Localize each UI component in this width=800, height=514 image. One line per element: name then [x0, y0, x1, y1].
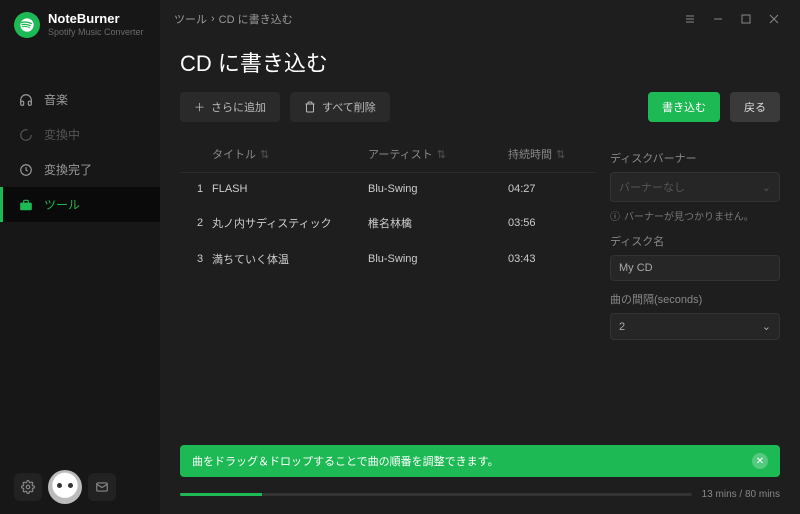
burn-button[interactable]: 書き込む — [648, 92, 720, 122]
select-value: 2 — [619, 321, 625, 333]
headphones-icon — [18, 92, 34, 108]
button-label: すべて削除 — [322, 99, 376, 115]
row-duration: 04:27 — [508, 183, 588, 195]
disc-usage-bar — [180, 493, 692, 496]
column-duration[interactable]: 持続時間⇅ — [508, 146, 588, 162]
sort-icon: ⇅ — [260, 148, 269, 161]
clear-all-button[interactable]: すべて削除 — [290, 92, 390, 122]
row-artist: Blu-Swing — [368, 183, 508, 195]
chevron-down-icon: ⌄ — [762, 181, 771, 194]
brand-logo — [14, 12, 40, 38]
table-row[interactable]: 1FLASHBlu-Swing04:27 — [180, 173, 596, 205]
row-duration: 03:43 — [508, 253, 588, 265]
table-row[interactable]: 3満ちていく体温Blu-Swing03:43 — [180, 241, 596, 277]
button-label: 戻る — [744, 99, 766, 115]
button-label: さらに追加 — [211, 99, 266, 115]
column-title[interactable]: タイトル⇅ — [212, 146, 368, 162]
settings-button[interactable] — [14, 473, 42, 501]
burner-select[interactable]: バーナーなし ⌄ — [610, 172, 780, 202]
button-label: 書き込む — [662, 99, 706, 115]
sidebar-nav: 音楽 変換中 変換完了 ツール — [0, 52, 160, 460]
window-maximize-button[interactable] — [734, 8, 758, 30]
column-artist[interactable]: アーティスト⇅ — [368, 146, 508, 162]
burner-label: ディスクバーナー — [610, 150, 780, 166]
input-value: My CD — [619, 262, 653, 274]
row-index: 1 — [188, 183, 212, 195]
menu-icon — [684, 13, 696, 25]
table-header: タイトル⇅ アーティスト⇅ 持続時間⇅ — [180, 136, 596, 173]
info-icon: ⓘ — [610, 208, 620, 223]
sidebar-item-label: ツール — [44, 196, 80, 213]
row-duration: 03:56 — [508, 217, 588, 229]
gap-label: 曲の間隔(seconds) — [610, 291, 780, 307]
burner-warning: ⓘ バーナーが見つかりません。 — [610, 208, 780, 223]
minimize-icon — [713, 14, 723, 24]
row-title: 丸ノ内サディスティック — [212, 215, 368, 231]
spinner-icon — [18, 127, 34, 143]
feedback-button[interactable] — [88, 473, 116, 501]
row-artist: Blu-Swing — [368, 253, 508, 265]
avatar[interactable] — [48, 470, 82, 504]
window-menu-button[interactable] — [678, 8, 702, 30]
row-title: 満ちていく体温 — [212, 251, 368, 267]
row-index: 2 — [188, 217, 212, 229]
sidebar-item-converting[interactable]: 変換中 — [0, 117, 160, 152]
sort-icon: ⇅ — [437, 148, 446, 161]
select-value: バーナーなし — [619, 179, 685, 195]
brand-title: NoteBurner — [48, 12, 144, 27]
breadcrumb: ツール › CD に書き込む — [174, 11, 293, 27]
back-button[interactable]: 戻る — [730, 92, 780, 122]
gap-select[interactable]: 2 ⌄ — [610, 313, 780, 340]
sidebar-item-music[interactable]: 音楽 — [0, 82, 160, 117]
sidebar-item-converted[interactable]: 変換完了 — [0, 152, 160, 187]
row-artist: 椎名林檎 — [368, 215, 508, 231]
sidebar-item-label: 音楽 — [44, 91, 68, 108]
disc-usage-text: 13 mins / 80 mins — [702, 489, 780, 500]
toast-close-button[interactable]: ✕ — [752, 453, 768, 469]
sidebar-item-label: 変換完了 — [44, 161, 92, 178]
plus-icon: ＋ — [194, 99, 205, 115]
row-index: 3 — [188, 253, 212, 265]
row-title: FLASH — [212, 183, 368, 195]
sidebar-item-label: 変換中 — [44, 126, 80, 143]
disc-name-input[interactable]: My CD — [610, 255, 780, 281]
table-row[interactable]: 2丸ノ内サディスティック椎名林檎03:56 — [180, 205, 596, 241]
mail-icon — [95, 480, 109, 494]
brand-subtitle: Spotify Music Converter — [48, 27, 144, 37]
breadcrumb-current: CD に書き込む — [219, 11, 293, 27]
chevron-right-icon: › — [211, 13, 215, 25]
clock-icon — [18, 162, 34, 178]
sort-icon: ⇅ — [556, 148, 565, 161]
page-title: CD に書き込む — [160, 38, 800, 92]
add-more-button[interactable]: ＋ さらに追加 — [180, 92, 280, 122]
sidebar-item-tools[interactable]: ツール — [0, 187, 160, 222]
gear-icon — [21, 480, 35, 494]
close-icon — [769, 14, 779, 24]
breadcrumb-root[interactable]: ツール — [174, 11, 207, 27]
window-minimize-button[interactable] — [706, 8, 730, 30]
chevron-down-icon: ⌄ — [762, 320, 771, 333]
toolbox-icon — [18, 197, 34, 213]
disc-name-label: ディスク名 — [610, 233, 780, 249]
maximize-icon — [741, 14, 751, 24]
window-close-button[interactable] — [762, 8, 786, 30]
toast-message: 曲をドラッグ＆ドロップすることで曲の順番を調整できます。 — [192, 453, 499, 469]
trash-icon — [304, 101, 316, 113]
info-toast: 曲をドラッグ＆ドロップすることで曲の順番を調整できます。 ✕ — [180, 445, 780, 477]
brand: NoteBurner Spotify Music Converter — [0, 0, 160, 52]
